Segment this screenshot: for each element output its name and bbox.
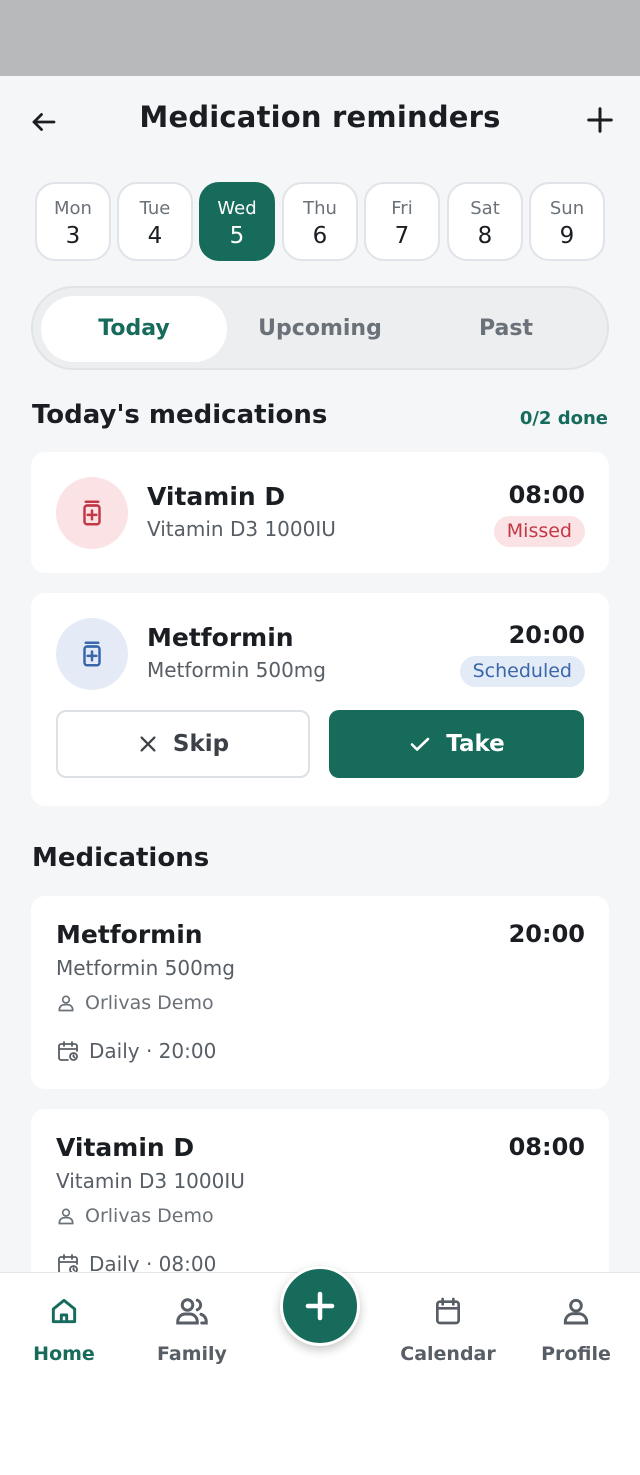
day-number: 4: [147, 223, 163, 249]
medication-list-item[interactable]: Metformin 20:00 Metformin 500mg Orlivas …: [31, 896, 609, 1089]
day-selector: Mon 3 Tue 4 Wed 5 Thu 6 Fri 7 Sat 8 Sun …: [35, 182, 605, 261]
today-med-card[interactable]: Vitamin D Vitamin D3 1000IU 08:00 Missed: [31, 452, 609, 573]
day-chip-thu[interactable]: Thu 6: [282, 182, 358, 261]
day-name: Fri: [391, 198, 413, 219]
med-icon-wrap: [56, 618, 128, 690]
skip-button[interactable]: Skip: [56, 710, 310, 778]
med-dose: Vitamin D3 1000IU: [147, 517, 336, 541]
calendar-icon: [436, 1297, 460, 1325]
med-time: 08:00: [508, 481, 585, 509]
med-name: Metformin: [56, 920, 203, 949]
medicine-bottle-icon: [83, 500, 101, 526]
medications-title: Medications: [32, 843, 210, 873]
day-name: Thu: [303, 198, 337, 219]
schedule-text: Daily · 20:00: [89, 1039, 217, 1063]
nav-family-label: Family: [157, 1343, 227, 1365]
day-chip-sat[interactable]: Sat 8: [447, 182, 523, 261]
segmented-tabs: Today Upcoming Past: [31, 286, 609, 370]
med-dose: Metformin 500mg: [147, 658, 326, 682]
person-icon: [58, 1208, 74, 1225]
day-number: 6: [312, 223, 328, 249]
owner-name: Orlivas Demo: [85, 992, 214, 1014]
nav-home-label: Home: [33, 1343, 95, 1365]
med-icon-wrap: [56, 477, 128, 549]
todays-medications-title: Today's medications: [32, 400, 328, 430]
home-icon: [51, 1298, 77, 1324]
done-count: 0/2 done: [519, 408, 608, 429]
skip-button-label: Skip: [172, 731, 230, 757]
nav-profile[interactable]: Profile: [521, 1293, 631, 1365]
day-number: 7: [394, 223, 410, 249]
med-name: Metformin: [147, 623, 294, 652]
plus-icon: [587, 107, 613, 133]
nav-calendar[interactable]: Calendar: [393, 1293, 503, 1365]
nav-calendar-label: Calendar: [400, 1343, 496, 1365]
calendar-repeat-icon: [58, 1041, 78, 1061]
tab-upcoming[interactable]: Upcoming: [227, 296, 413, 362]
day-number: 9: [559, 223, 575, 249]
med-time: 20:00: [508, 920, 585, 948]
med-dose: Vitamin D3 1000IU: [56, 1169, 245, 1193]
today-med-card[interactable]: Metformin Metformin 500mg 20:00 Schedule…: [31, 593, 609, 806]
med-name: Vitamin D: [56, 1133, 195, 1162]
add-fab-button[interactable]: [280, 1266, 360, 1346]
day-chip-sun[interactable]: Sun 9: [529, 182, 605, 261]
check-icon: [410, 737, 430, 751]
day-name: Sat: [470, 198, 500, 219]
nav-profile-label: Profile: [541, 1343, 611, 1365]
status-badge-scheduled: Scheduled: [459, 656, 585, 687]
close-icon: [140, 736, 156, 752]
med-time: 08:00: [508, 1133, 585, 1161]
day-name: Mon: [54, 198, 92, 219]
day-name: Wed: [217, 198, 257, 219]
app-header: Medication reminders: [0, 76, 640, 164]
day-chip-mon[interactable]: Mon 3: [35, 182, 111, 261]
day-name: Tue: [139, 198, 171, 219]
owner-name: Orlivas Demo: [85, 1205, 214, 1227]
profile-icon: [563, 1298, 589, 1325]
day-number: 3: [65, 223, 81, 249]
status-bar: [0, 0, 640, 76]
med-time: 20:00: [508, 621, 585, 649]
med-name: Vitamin D: [147, 482, 286, 511]
day-chip-tue[interactable]: Tue 4: [117, 182, 193, 261]
med-dose: Metformin 500mg: [56, 956, 235, 980]
day-number: 5: [229, 223, 245, 249]
page-title: Medication reminders: [139, 100, 501, 134]
nav-home[interactable]: Home: [9, 1293, 119, 1365]
med-schedule: Daily · 20:00: [56, 1039, 216, 1063]
tab-today[interactable]: Today: [41, 296, 227, 362]
family-icon: [176, 1298, 208, 1325]
take-button-label: Take: [446, 731, 505, 757]
nav-family[interactable]: Family: [137, 1293, 247, 1365]
day-chip-wed[interactable]: Wed 5: [199, 182, 275, 261]
day-chip-fri[interactable]: Fri 7: [364, 182, 440, 261]
medicine-bottle-icon: [83, 641, 101, 667]
med-owner: Orlivas Demo: [56, 992, 214, 1014]
med-owner: Orlivas Demo: [56, 1205, 214, 1227]
day-name: Sun: [549, 198, 585, 219]
take-button[interactable]: Take: [329, 710, 584, 778]
day-number: 8: [477, 223, 493, 249]
add-medication-button[interactable]: [580, 100, 620, 140]
plus-icon: [305, 1291, 335, 1321]
status-badge-missed: Missed: [493, 516, 585, 547]
person-icon: [58, 995, 74, 1012]
tab-past[interactable]: Past: [413, 296, 599, 362]
